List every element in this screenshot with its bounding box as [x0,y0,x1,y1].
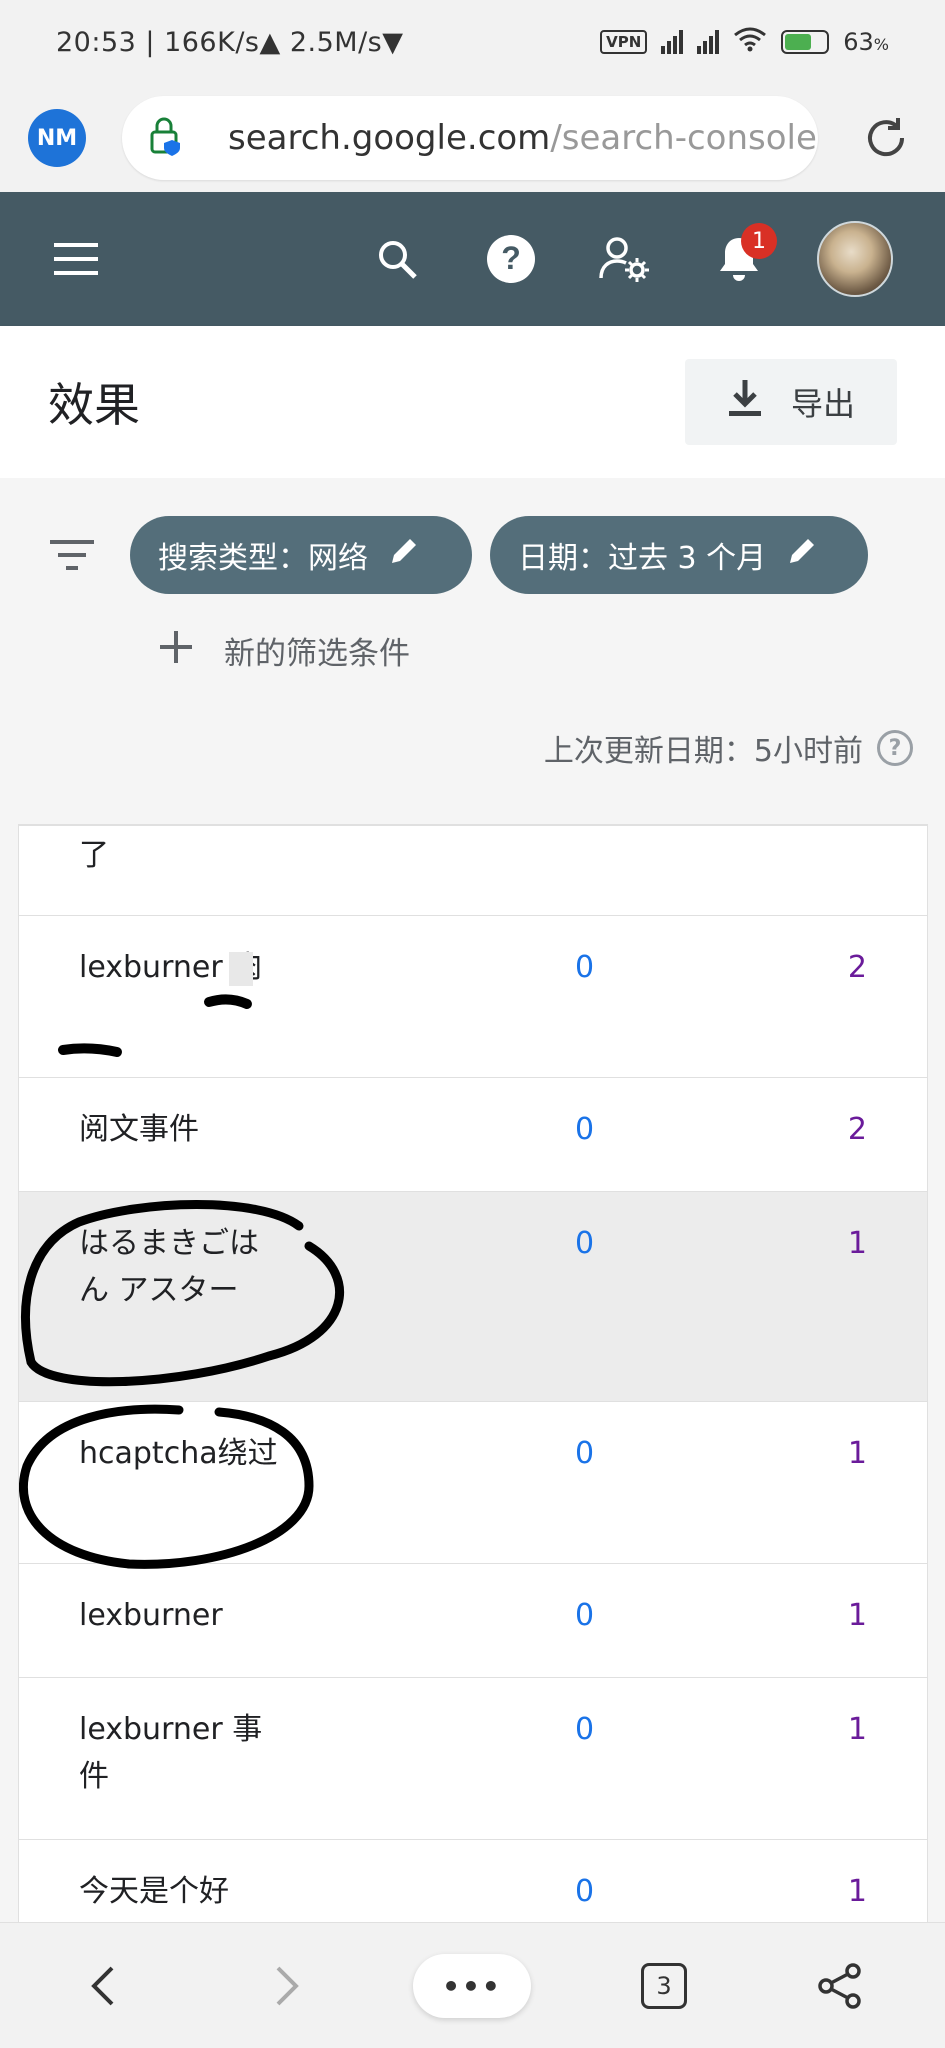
status-time: 20:53 [56,26,137,58]
tabs-button[interactable]: 3 [640,1923,688,2048]
user-settings-icon[interactable] [597,231,653,287]
tab-count: 3 [641,1963,687,2009]
table-row[interactable]: 阅文事件 0 2 [19,1078,927,1192]
last-updated-text: 上次更新日期：5小时前 [543,734,863,769]
url-path: /search-console [550,118,817,158]
table-row[interactable]: hcaptcha绕过 0 1 [19,1402,927,1564]
plus-icon [158,629,194,673]
wifi-icon [733,26,767,58]
impressions-cell: 2 [847,950,867,985]
page-header: 效果 导出 [0,326,945,478]
hamburger-menu-icon[interactable] [52,239,100,279]
table-row[interactable]: 了 [19,826,927,916]
browser-url-bar: NM search.google.com/search-console [0,84,945,192]
user-avatar[interactable] [817,221,893,297]
edit-pencil-icon [388,535,420,575]
svg-text:?: ? [501,240,521,276]
query-cell: lexburner [79,1598,223,1633]
profile-avatar[interactable]: NM [28,109,86,167]
impressions-cell: 1 [847,1712,867,1747]
impressions-cell: 1 [847,1874,867,1909]
table-row[interactable]: lexburner 肉 0 2 [19,916,927,1078]
bell-icon[interactable]: 1 [711,223,777,287]
clicks-cell: 0 [575,1436,595,1471]
clicks-cell: 0 [575,1712,595,1747]
share-icon[interactable] [816,1923,864,2048]
impressions-cell: 1 [847,1598,867,1633]
more-menu-label: ••• [413,1954,531,2018]
table-row[interactable]: 今天是个好 0 1 [19,1840,927,1922]
forward-icon[interactable] [264,1923,312,2048]
query-cell: hcaptcha绕过 [79,1436,278,1471]
clicks-cell: 0 [575,1226,595,1261]
query-cell: lexburner 肉 [79,950,263,985]
signal-icon-2 [697,30,720,54]
battery-level: 63% [843,28,889,56]
last-updated: 上次更新日期：5小时前 ? [544,726,913,770]
vpn-icon: VPN [600,30,648,54]
impressions-cell: 2 [847,1112,867,1147]
table-row[interactable]: はるまきごはん アスター 0 1 [19,1192,927,1402]
new-filter-label: 新的筛选条件 [224,636,410,672]
chip-label: 日期：过去 3 个月 [518,541,767,576]
filter-icon[interactable] [50,538,94,576]
clicks-cell: 0 [575,1874,595,1909]
browser-bottom-nav: ••• 3 [0,1922,945,2048]
app-bar: ? 1 [0,192,945,326]
query-cell: はるまきごはん アスター [79,1226,259,1308]
notification-badge: 1 [741,223,777,259]
help-icon[interactable]: ? [483,231,539,287]
reload-icon[interactable] [858,110,914,166]
table-row[interactable]: lexburner 事件 0 1 [19,1678,927,1840]
query-cell: 阅文事件 [79,1112,199,1147]
filter-chip-date[interactable]: 日期：过去 3 个月 [490,516,868,594]
back-icon[interactable] [78,1923,126,2048]
status-bar: 20:53 | 166K/s▲ 2.5M/s▼ VPN 63% [0,0,945,84]
status-right: VPN 63% [600,26,889,58]
query-cell: lexburner 事件 [79,1712,263,1794]
status-network-speed: 166K/s▲ 2.5M/s▼ [164,26,404,58]
download-icon [727,378,763,426]
status-left: 20:53 | 166K/s▲ 2.5M/s▼ [56,26,404,58]
clicks-cell: 0 [575,1112,595,1147]
signal-icon [661,30,684,54]
export-label: 导出 [790,385,855,423]
queries-table: 了 lexburner 肉 0 2 阅文事件 0 2 はるまきごはん アスター … [18,824,928,1922]
more-menu-button[interactable]: ••• [413,1923,531,2048]
table-row[interactable]: lexburner 0 1 [19,1564,927,1678]
new-filter-button[interactable]: 新的筛选条件 [158,628,410,673]
url-host: search.google.com [228,118,551,158]
filter-chip-search-type[interactable]: 搜索类型：网络 [130,516,472,594]
url-field[interactable]: search.google.com/search-console [122,96,818,180]
impressions-cell: 1 [847,1226,867,1261]
search-icon[interactable] [369,231,425,287]
query-cell: 了 [79,838,109,873]
help-circle-icon[interactable]: ? [877,730,913,766]
query-cell: 今天是个好 [79,1874,229,1909]
filter-area: 搜索类型：网络 日期：过去 3 个月 新的筛选条件 上次更新日期：5小时前 ? [0,478,945,824]
page-title: 效果 [48,378,140,432]
clicks-cell: 0 [575,950,595,985]
impressions-cell: 1 [847,1436,867,1471]
chip-label: 搜索类型：网络 [158,541,368,576]
export-button[interactable]: 导出 [685,359,897,445]
battery-icon [781,30,830,54]
lock-icon [148,116,184,160]
clicks-cell: 0 [575,1598,595,1633]
edit-pencil-icon [786,535,818,575]
